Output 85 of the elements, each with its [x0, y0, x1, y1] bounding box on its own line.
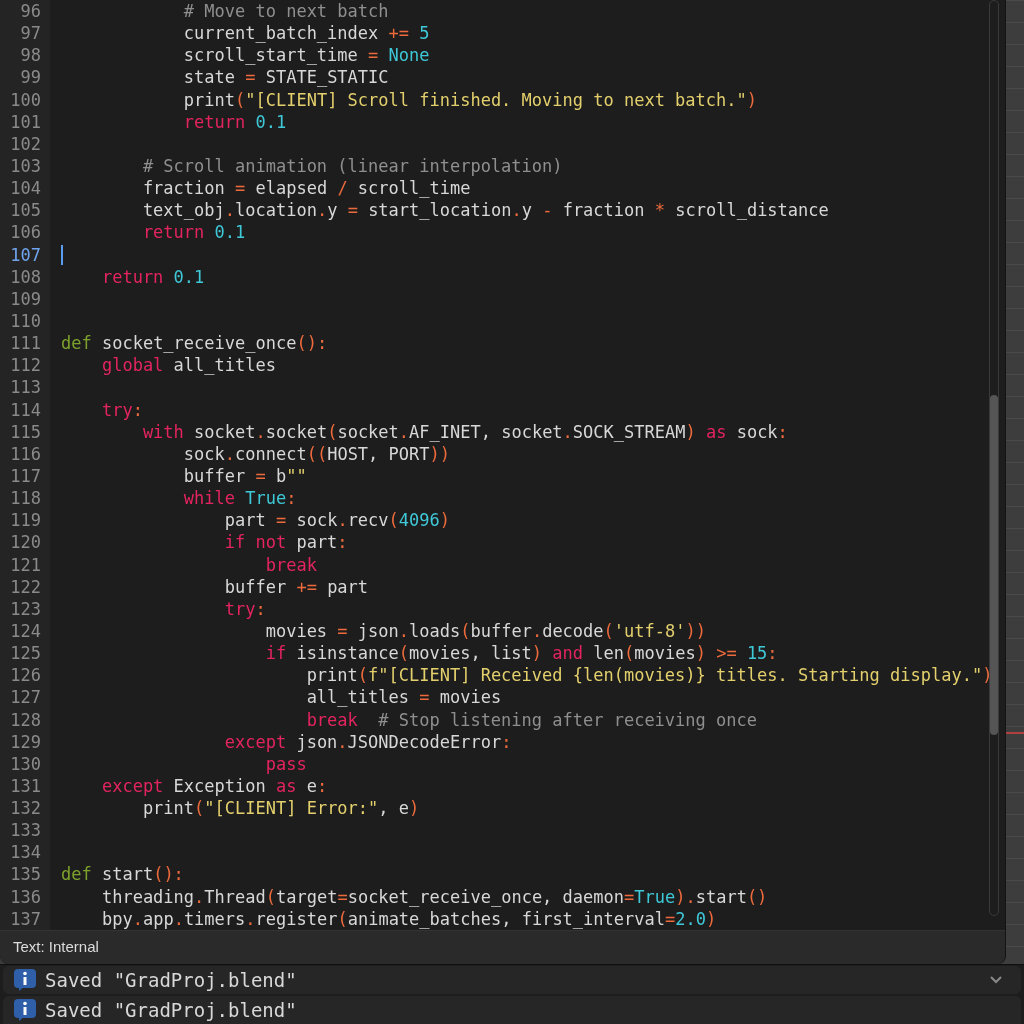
- line-number: 114: [9, 398, 42, 421]
- line-number: 123: [9, 597, 42, 620]
- line-number: 127: [9, 686, 42, 709]
- code-line: pass: [264, 752, 307, 775]
- code-line: return 0.1: [141, 221, 246, 244]
- chevron-down-icon[interactable]: [989, 975, 1003, 985]
- footer-label: Text: Internal: [13, 937, 99, 958]
- code-line: state = STATE_STATIC: [182, 66, 389, 89]
- code-line: buffer += part: [223, 575, 369, 598]
- line-number: 131: [9, 774, 42, 798]
- code-line: break # Stop listening after receiving once: [305, 708, 757, 731]
- code-line: part = sock.recv(4096): [223, 509, 451, 532]
- line-number: 124: [9, 619, 42, 643]
- code-line: buffer = b"": [182, 464, 307, 488]
- line-number: 97: [19, 22, 42, 45]
- code-line: def start():: [61, 863, 184, 886]
- line-number: 133: [9, 819, 42, 842]
- line-number: 137: [9, 907, 42, 930]
- line-number: 129: [9, 730, 42, 753]
- code-line: movies = json.loads(buffer.decode('utf-8')): [264, 619, 706, 643]
- code-line: scroll_start_time = None: [182, 44, 430, 67]
- line-number: 104: [9, 177, 42, 200]
- line-number: 136: [9, 885, 42, 908]
- line-number: 125: [9, 642, 42, 665]
- info-icon: [13, 998, 37, 1023]
- line-number: 122: [9, 575, 42, 598]
- line-number: 96: [19, 0, 42, 23]
- report-message: Saved "GradProj.blend": [45, 967, 297, 993]
- line-number: 101: [9, 110, 42, 133]
- report-message: Saved "GradProj.blend": [45, 998, 297, 1023]
- code-line: except json.JSONDecodeError:: [223, 730, 512, 753]
- line-number: 107: [9, 243, 42, 266]
- line-number: 98: [19, 44, 42, 67]
- code-line: except Exception as e:: [100, 774, 328, 798]
- line-number: 135: [9, 863, 42, 886]
- code-line: if not part:: [223, 531, 348, 554]
- code-line: fraction = elapsed / scroll_time: [141, 177, 471, 200]
- line-number: 103: [9, 155, 42, 178]
- line-number: 111: [9, 332, 42, 355]
- code-line: text_obj.location.y = start_location.y - fraction * scroll_distance: [141, 199, 829, 222]
- line-number: 120: [9, 531, 42, 554]
- code-line: print("[CLIENT] Error:", e): [141, 797, 420, 820]
- line-number: 106: [9, 221, 42, 244]
- scrollbar-thumb[interactable]: [990, 395, 998, 735]
- line-number: 119: [9, 509, 42, 532]
- code-line: all_titles = movies: [305, 686, 502, 709]
- line-number: 110: [9, 309, 42, 333]
- line-number: 117: [9, 464, 42, 488]
- code-line: bpy.app.timers.register(animate_batches, first_interval=2.0): [100, 907, 717, 930]
- line-number: 102: [9, 132, 42, 155]
- code-line: if isinstance(movies, list) and len(movies) >= 15:: [264, 642, 778, 665]
- line-number: 115: [9, 420, 42, 443]
- code-line: # Scroll animation (linear interpolation): [141, 155, 563, 178]
- code-line: return 0.1: [182, 110, 287, 133]
- code-line: return 0.1: [100, 265, 205, 288]
- code-line: current_batch_index += 5: [182, 22, 430, 45]
- line-number: 130: [9, 752, 42, 775]
- code-line: break: [264, 553, 317, 576]
- code-line: sock.connect((HOST, PORT)): [182, 442, 450, 465]
- line-number: 108: [9, 265, 42, 288]
- line-number: 100: [9, 88, 42, 111]
- line-number: 112: [9, 354, 42, 377]
- line-number: 116: [9, 442, 42, 465]
- code-line: try:: [100, 398, 143, 421]
- code-line: with socket.socket(socket.AF_INET, socket.SOCK_STREAM) as sock:: [141, 420, 788, 443]
- line-number: 126: [9, 664, 42, 687]
- line-number: 118: [9, 487, 42, 510]
- text-cursor: [61, 244, 63, 265]
- line-number: 134: [9, 841, 42, 864]
- code-line: def socket_receive_once():: [61, 332, 328, 355]
- code-line: try:: [223, 597, 266, 620]
- code-line: print("[CLIENT] Scroll finished. Moving to next batch."): [182, 88, 757, 111]
- line-number: 132: [9, 797, 42, 820]
- line-number: 113: [9, 376, 42, 399]
- code-line: print(f"[CLIENT] Received {len(movies)} titles. Starting display."): [305, 664, 993, 687]
- line-number: 128: [9, 708, 42, 731]
- info-icon: [13, 968, 37, 992]
- code-line: global all_titles: [100, 354, 276, 377]
- line-number: 121: [9, 553, 42, 576]
- line-number: 99: [19, 66, 42, 89]
- line-number: 105: [9, 199, 42, 222]
- code-line: while True:: [182, 487, 297, 510]
- code-line: threading.Thread(target=socket_receive_once, daemon=True).start(): [100, 885, 768, 908]
- line-number: 109: [9, 287, 42, 310]
- code-line: # Move to next batch: [182, 0, 389, 23]
